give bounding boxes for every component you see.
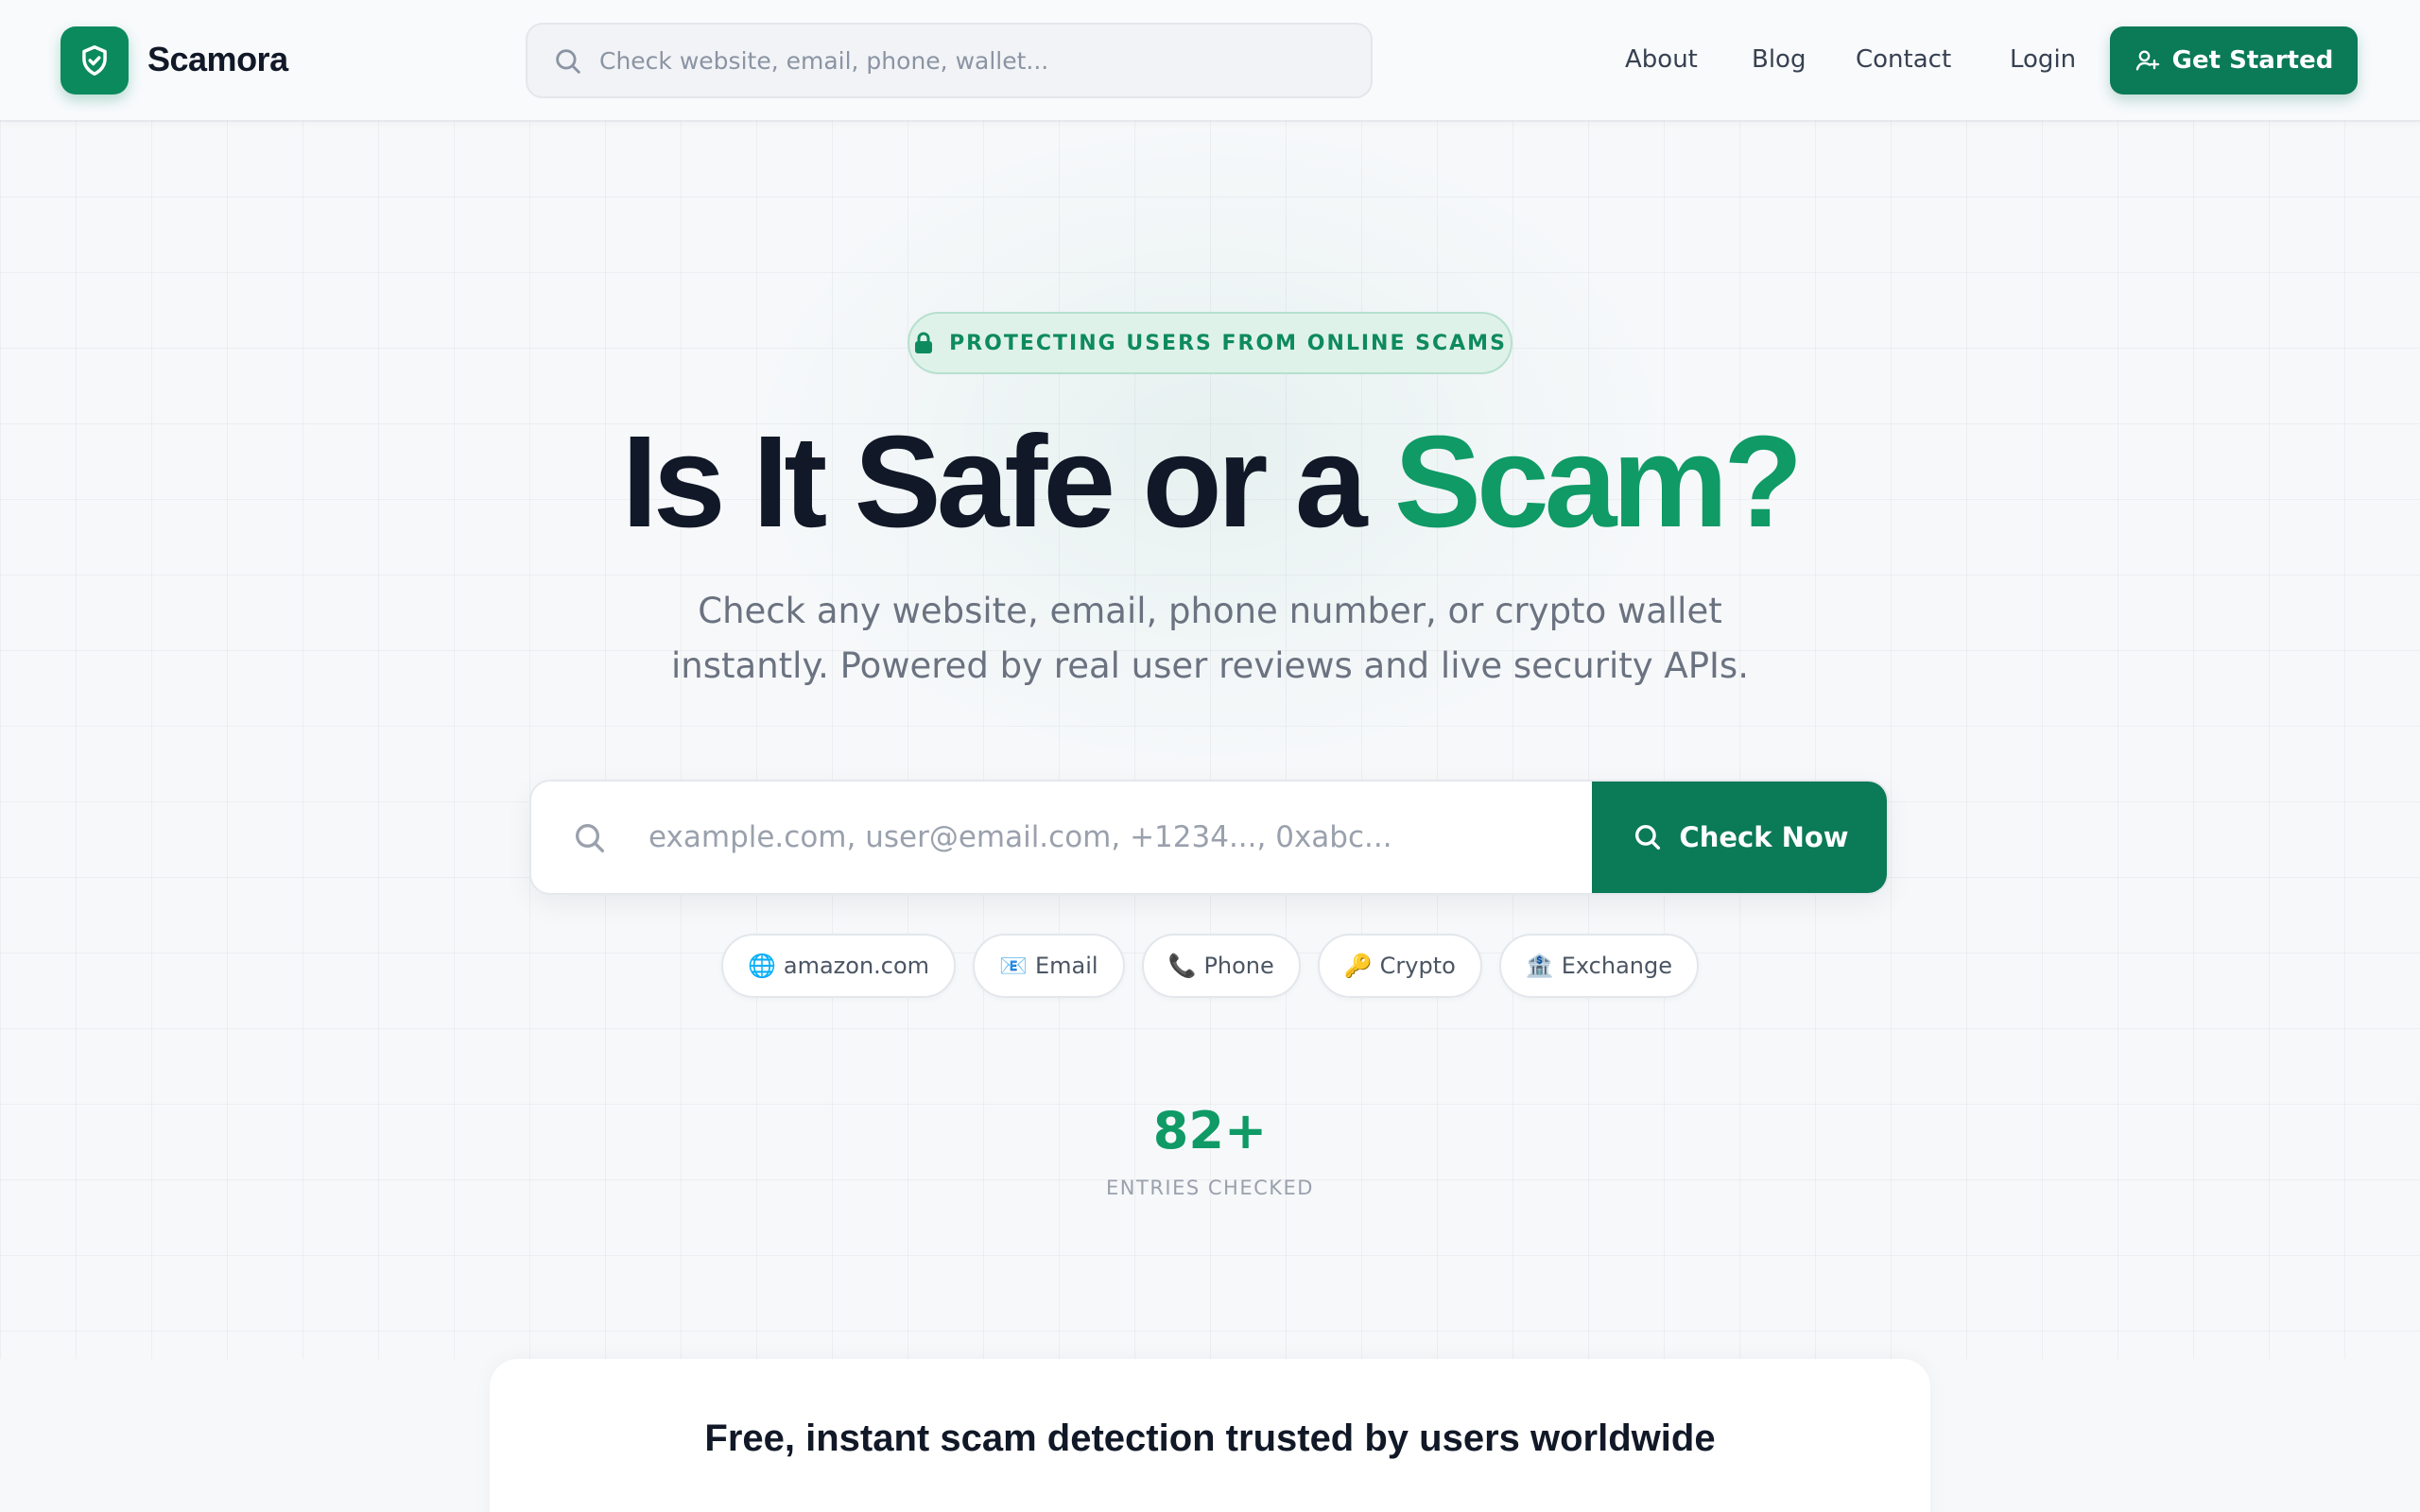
chip-label: Phone — [1203, 953, 1274, 979]
get-started-button[interactable]: Get Started — [2110, 26, 2358, 94]
bank-icon: 🏦 — [1525, 953, 1554, 979]
search-icon — [576, 824, 604, 852]
hero-badge: PROTECTING USERS FROM ONLINE SCAMS — [908, 312, 1512, 374]
site-header: Scamora About Blog Contact Login Get Sta… — [0, 0, 2420, 121]
check-now-button[interactable]: Check Now — [1592, 782, 1887, 893]
header-search-input[interactable] — [599, 25, 1356, 96]
get-started-label: Get Started — [2171, 46, 2334, 75]
chip-phone[interactable]: 📞 Phone — [1141, 934, 1301, 998]
info-card-title: Free, instant scam detection trusted by … — [704, 1418, 1716, 1459]
hero-title-accent: Scam? — [1393, 409, 1804, 555]
user-plus-icon — [2135, 50, 2159, 71]
chip-amazon[interactable]: 🌐 amazon.com — [721, 934, 957, 998]
badge-text: PROTECTING USERS FROM ONLINE SCAMS — [949, 331, 1507, 355]
chip-label: Exchange — [1561, 953, 1672, 979]
logo[interactable] — [60, 26, 129, 94]
nav-login[interactable]: Login — [2010, 36, 2076, 83]
shield-check-icon — [82, 45, 107, 76]
chip-label: Email — [1034, 953, 1098, 979]
info-card: Free, instant scam detection trusted by … — [490, 1359, 1930, 1512]
check-now-label: Check Now — [1679, 821, 1849, 853]
hero-subtitle-line-1: Check any website, email, phone number, … — [698, 591, 1722, 631]
chip-exchange[interactable]: 🏦 Exchange — [1498, 934, 1699, 998]
nav-blog[interactable]: Blog — [1752, 36, 1806, 83]
hero-title-main: Is It Safe or a — [621, 409, 1394, 555]
entries-label: ENTRIES CHECKED — [1106, 1177, 1314, 1199]
brand-name[interactable]: Scamora — [147, 36, 288, 83]
main-search-bar[interactable]: Check Now — [529, 780, 1889, 895]
email-icon: 📧 — [999, 953, 1028, 979]
search-icon — [556, 49, 580, 74]
page: Scamora About Blog Contact Login Get Sta… — [0, 0, 2420, 1512]
hero-title: Is It Safe or a Scam? — [0, 406, 2420, 558]
chip-label: amazon.com — [783, 953, 930, 979]
nav-about[interactable]: About — [1625, 36, 1698, 83]
quick-chips: 🌐 amazon.com 📧 Email 📞 Phone 🔑 Crypto 🏦 … — [0, 934, 2420, 998]
hero-subtitle: Check any website, email, phone number, … — [643, 584, 1777, 694]
phone-icon: 📞 — [1167, 953, 1197, 979]
key-icon: 🔑 — [1343, 953, 1373, 979]
hero-subtitle-line-2: instantly. Powered by real user reviews … — [671, 645, 1749, 686]
chip-crypto[interactable]: 🔑 Crypto — [1317, 934, 1482, 998]
globe-icon: 🌐 — [748, 953, 776, 979]
lock-icon — [915, 332, 933, 353]
entries-count: 82+ — [1152, 1101, 1268, 1160]
chip-email[interactable]: 📧 Email — [973, 934, 1125, 998]
search-icon — [1635, 824, 1661, 850]
main-search-input[interactable] — [648, 782, 1499, 893]
chip-label: Crypto — [1379, 953, 1456, 979]
header-search[interactable] — [526, 23, 1373, 98]
nav-contact[interactable]: Contact — [1856, 36, 1951, 83]
